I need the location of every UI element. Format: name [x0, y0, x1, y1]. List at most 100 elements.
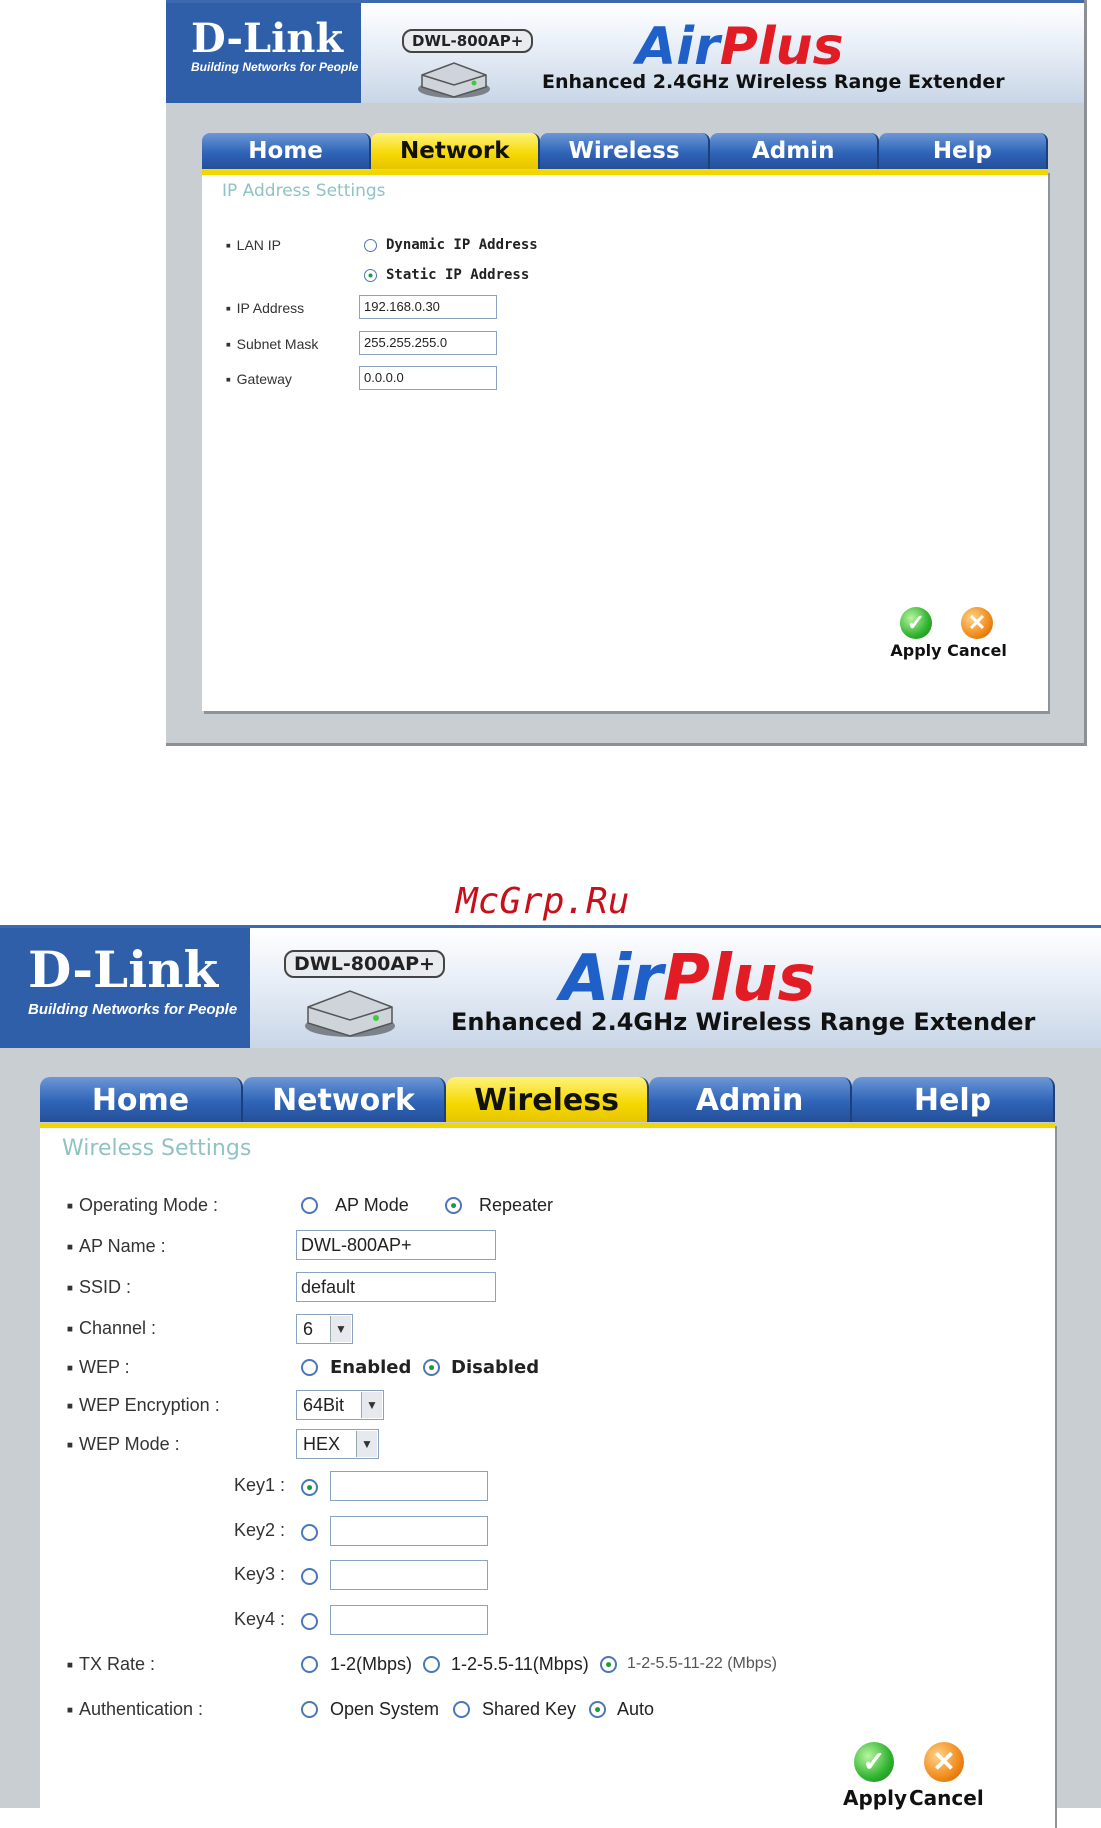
key1-input[interactable]	[330, 1471, 488, 1501]
wep-disabled-label: Disabled	[451, 1357, 540, 1378]
channel-value: 6	[303, 1319, 314, 1339]
tab-home[interactable]: Home	[40, 1077, 243, 1122]
tab-network[interactable]: Network	[371, 133, 541, 169]
key2-input[interactable]	[330, 1516, 488, 1546]
open-system-radio[interactable]	[301, 1701, 318, 1718]
tab-admin[interactable]: Admin	[709, 133, 879, 169]
watermark-text: McGrp.Ru	[456, 881, 630, 922]
channel-label: Channel :	[67, 1318, 156, 1339]
model-badge: DWL-800AP+	[402, 29, 534, 53]
airplus-brand: AirPlus	[560, 942, 816, 1016]
chevron-down-icon[interactable]: ▼	[356, 1431, 377, 1457]
key4-radio[interactable]	[301, 1613, 318, 1630]
cancel-label: Cancel	[909, 1786, 984, 1810]
shared-key-radio[interactable]	[453, 1701, 470, 1718]
gateway-input[interactable]: 0.0.0.0	[359, 366, 497, 390]
wep-mode-value: HEX	[303, 1434, 341, 1454]
channel-select[interactable]: 6 ▼	[296, 1314, 353, 1344]
authentication-label: Authentication :	[67, 1699, 203, 1720]
chevron-down-icon[interactable]: ▼	[330, 1316, 351, 1342]
chevron-down-icon[interactable]: ▼	[361, 1392, 382, 1418]
apply-label: Apply	[890, 641, 942, 660]
operating-mode-label: Operating Mode :	[67, 1195, 218, 1216]
tab-home[interactable]: Home	[202, 133, 372, 169]
ap-name-label: AP Name :	[67, 1236, 166, 1257]
product-subtitle: Enhanced 2.4GHz Wireless Range Extender	[451, 1008, 1036, 1036]
lan-ip-label: LAN IP	[226, 237, 281, 253]
tx-rate-1-2-radio[interactable]	[301, 1656, 318, 1673]
ap-name-input[interactable]: DWL-800AP+	[296, 1230, 496, 1260]
static-ip-label: Static IP Address	[386, 267, 530, 283]
key3-input[interactable]	[330, 1560, 488, 1590]
wep-mode-select[interactable]: HEX ▼	[296, 1429, 379, 1459]
tx-rate-1-11-radio[interactable]	[423, 1656, 440, 1673]
tx-rate-1-2-label: 1-2(Mbps)	[330, 1654, 413, 1674]
tab-help[interactable]: Help	[852, 1077, 1055, 1122]
wep-mode-label: WEP Mode :	[67, 1434, 180, 1455]
x-icon: ✕	[961, 607, 993, 639]
content-area: Wireless Settings Operating Mode : AP Mo…	[40, 1123, 1055, 1828]
tx-rate-1-11-label: 1-2-5.5-11(Mbps)	[451, 1654, 589, 1674]
brand-plus: Plus	[719, 17, 844, 77]
subnet-mask-input[interactable]: 255.255.255.0	[359, 331, 497, 355]
network-settings-screen: D-Link Building Networks for People DWL-…	[166, 0, 1087, 746]
cancel-label: Cancel	[947, 641, 1007, 660]
ip-address-input[interactable]: 192.168.0.30	[359, 295, 497, 319]
device-icon	[305, 990, 395, 1037]
product-subtitle: Enhanced 2.4GHz Wireless Range Extender	[542, 71, 1005, 93]
tab-wireless[interactable]: Wireless	[446, 1077, 649, 1122]
open-system-label: Open System	[330, 1699, 440, 1719]
dynamic-ip-label: Dynamic IP Address	[386, 237, 538, 253]
brand-air: Air	[560, 942, 664, 1016]
ssid-label: SSID :	[67, 1277, 131, 1298]
model-badge: DWL-800AP+	[284, 950, 445, 978]
nav-tabs: Home Network Wireless Admin Help	[40, 1077, 1055, 1122]
repeater-label: Repeater	[479, 1195, 554, 1215]
key4-input[interactable]	[330, 1605, 488, 1635]
key3-radio[interactable]	[301, 1568, 318, 1585]
tab-network[interactable]: Network	[243, 1077, 446, 1122]
key2-label: Key2 :	[234, 1520, 286, 1540]
tx-rate-1-22-label: 1-2-5.5-11-22 (Mbps)	[627, 1655, 777, 1672]
key3-label: Key3 :	[234, 1564, 286, 1584]
dlink-logo: D-Link Building Networks for People	[0, 928, 250, 1048]
wep-disabled-radio[interactable]	[423, 1359, 440, 1376]
apply-button[interactable]: ✓ Apply	[890, 607, 942, 660]
content-area: IP Address Settings LAN IP Dynamic IP Ad…	[202, 170, 1048, 711]
ap-mode-radio[interactable]	[301, 1197, 318, 1214]
airplus-brand: AirPlus	[636, 17, 844, 77]
ssid-input[interactable]: default	[296, 1272, 496, 1302]
section-title: Wireless Settings	[62, 1136, 252, 1161]
wep-encryption-select[interactable]: 64Bit ▼	[296, 1390, 384, 1420]
nav-tabs: Home Network Wireless Admin Help	[202, 133, 1049, 169]
repeater-radio[interactable]	[445, 1197, 462, 1214]
logo-tagline: Building Networks for People	[191, 60, 359, 74]
auto-radio[interactable]	[589, 1701, 606, 1718]
wep-enabled-label: Enabled	[330, 1357, 412, 1378]
header-banner: D-Link Building Networks for People DWL-…	[166, 0, 1084, 103]
wep-enabled-radio[interactable]	[301, 1359, 318, 1376]
apply-label: Apply	[843, 1786, 908, 1810]
device-icon	[418, 62, 490, 98]
apply-button[interactable]: ✓ Apply	[843, 1742, 908, 1810]
tab-wireless[interactable]: Wireless	[540, 133, 710, 169]
cancel-button[interactable]: ✕ Cancel	[909, 1742, 984, 1810]
logo-tagline: Building Networks for People	[28, 1001, 238, 1018]
logo-name: D-Link	[191, 15, 344, 62]
key4-label: Key4 :	[234, 1609, 286, 1629]
dynamic-ip-radio[interactable]	[364, 239, 377, 252]
header-banner: D-Link Building Networks for People DWL-…	[0, 925, 1101, 1048]
tab-admin[interactable]: Admin	[649, 1077, 852, 1122]
key1-radio[interactable]	[301, 1479, 318, 1496]
subnet-mask-label: Subnet Mask	[226, 336, 319, 352]
shared-key-label: Shared Key	[482, 1699, 577, 1719]
tx-rate-1-22-radio[interactable]	[600, 1656, 617, 1673]
wireless-settings-screen: D-Link Building Networks for People DWL-…	[0, 925, 1101, 1828]
tab-help[interactable]: Help	[878, 133, 1049, 169]
key2-radio[interactable]	[301, 1524, 318, 1541]
static-ip-radio[interactable]	[364, 269, 377, 282]
tx-rate-label: TX Rate :	[67, 1654, 155, 1675]
section-title: IP Address Settings	[222, 181, 386, 201]
cancel-button[interactable]: ✕ Cancel	[946, 607, 1008, 660]
wep-encryption-value: 64Bit	[303, 1395, 345, 1415]
